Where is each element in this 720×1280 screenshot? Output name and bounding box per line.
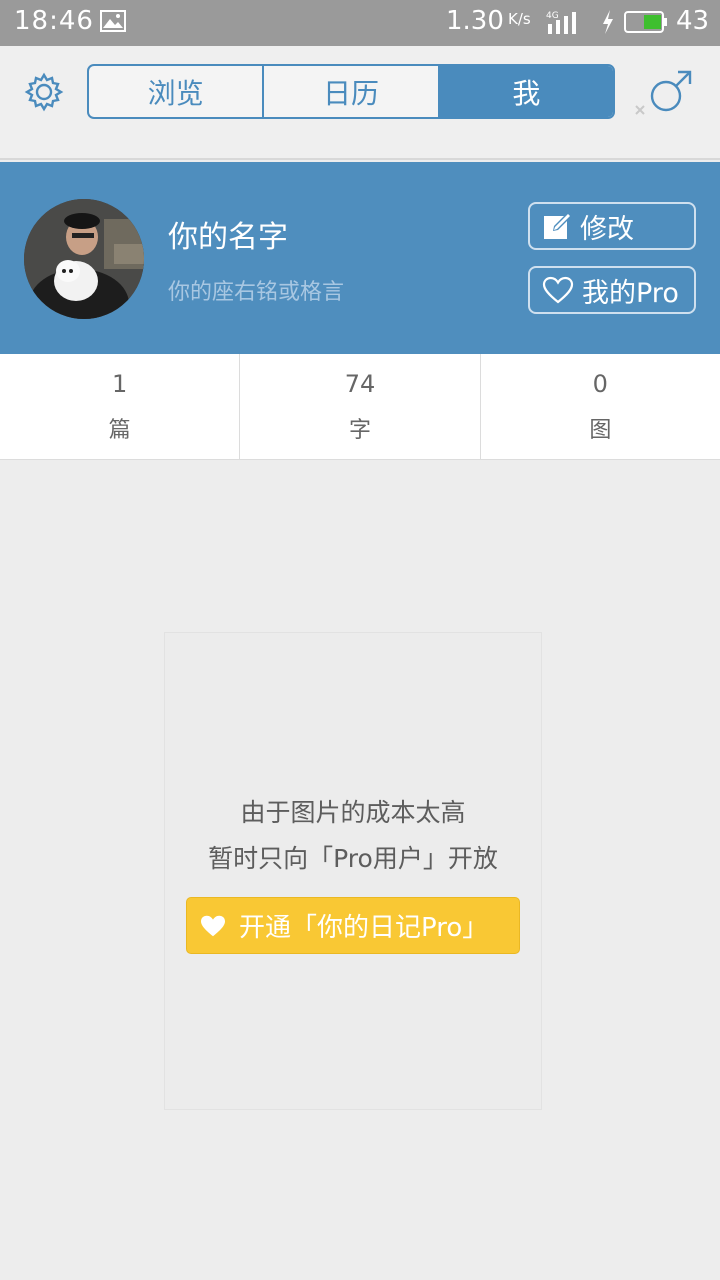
status-time: 18:46 (14, 6, 94, 36)
tab-calendar[interactable]: 日历 (264, 66, 440, 117)
stat-value: 74 (344, 369, 376, 398)
stat-unit: 图 (589, 417, 612, 443)
battery-icon (624, 11, 667, 33)
my-pro-label: 我的Pro (582, 277, 679, 309)
signal-icon: 4G (546, 11, 576, 34)
profile-name[interactable]: 你的名字 (168, 212, 288, 256)
upgrade-pro-button[interactable]: 开通「你的日记Pro」 (186, 897, 520, 954)
gear-icon[interactable] (24, 72, 64, 112)
profile-motto[interactable]: 你的座右铭或格言 (168, 274, 344, 306)
edit-icon (544, 213, 571, 239)
edit-profile-button[interactable]: 修改 (528, 202, 696, 250)
battery-percent: 43 (676, 6, 710, 36)
avatar[interactable] (24, 199, 144, 319)
status-bar: 18:46 1.30 K/s 4G 43 (0, 0, 720, 46)
network-type: 4G (546, 11, 559, 21)
pro-promo-card: 由于图片的成本太高 暂时只向「Pro用户」开放 开通「你的日记Pro」 (164, 632, 542, 1110)
edit-label: 修改 (580, 213, 634, 245)
stat-unit: 字 (348, 417, 371, 443)
upgrade-pro-label: 开通「你的日记Pro」 (239, 913, 489, 943)
charging-icon (603, 10, 613, 34)
image-notification-icon (100, 10, 126, 32)
network-speed: 1.30 (446, 6, 504, 36)
heart-outline-icon (542, 276, 574, 304)
stat-unit: 篇 (108, 417, 131, 443)
tab-me[interactable]: 我 (439, 66, 613, 117)
avatar-photo (24, 199, 144, 319)
tab-browse[interactable]: 浏览 (89, 66, 265, 117)
stat-entries[interactable]: 1 篇 (0, 354, 241, 459)
promo-line-2: 暂时只向「Pro用户」开放 (208, 844, 498, 873)
heart-icon (201, 915, 225, 936)
stat-characters[interactable]: 74 字 (240, 354, 481, 459)
profile-header: 你的名字 你的座右铭或格言 修改 我的Pro (0, 162, 720, 354)
promo-line-1: 由于图片的成本太高 (240, 798, 466, 827)
my-pro-button[interactable]: 我的Pro (528, 266, 696, 314)
top-nav: 浏览 日历 我 (0, 46, 720, 160)
segmented-tabs: 浏览 日历 我 (87, 64, 615, 119)
network-speed-unit: K/s (508, 10, 531, 28)
stat-value: 0 (592, 369, 608, 398)
gender-icon[interactable] (632, 68, 696, 118)
stat-value: 1 (112, 369, 128, 398)
stats-bar: 1 篇 74 字 0 图 (0, 354, 720, 460)
stat-images[interactable]: 0 图 (481, 354, 720, 459)
